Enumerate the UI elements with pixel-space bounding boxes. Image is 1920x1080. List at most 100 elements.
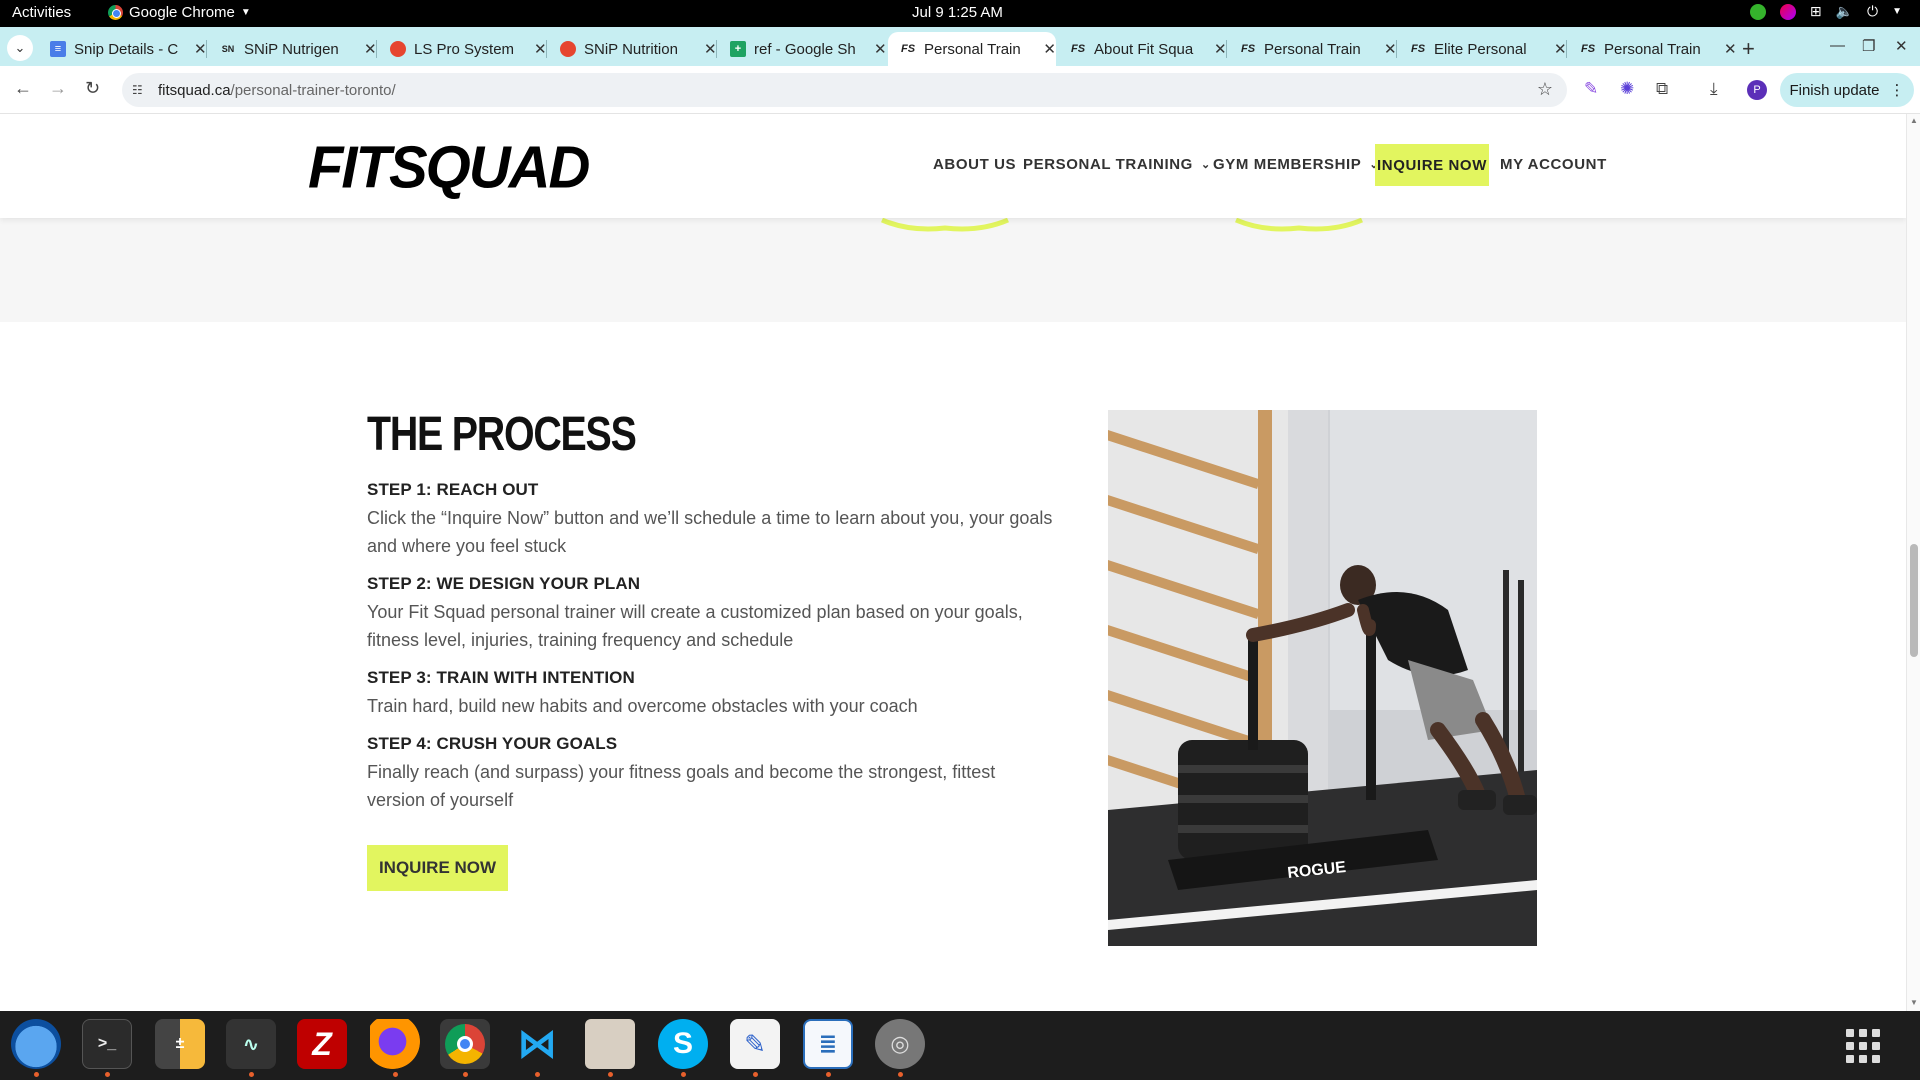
disk-icon[interactable]: ◎ [875, 1019, 925, 1069]
clock[interactable]: Jul 9 1:25 AM [912, 4, 1003, 21]
nav-about-us[interactable]: ABOUT US [933, 156, 1016, 173]
app-menu[interactable]: Google Chrome ▼ [108, 4, 251, 21]
system-monitor-icon[interactable]: ∿ [226, 1019, 276, 1069]
tab[interactable]: SN SNiP Nutrigen ✕ [208, 32, 377, 66]
back-icon[interactable]: ← [14, 78, 32, 99]
close-window-icon[interactable]: ✕ [1895, 37, 1908, 55]
nav-inquire-now-button[interactable]: INQUIRE NOW [1375, 144, 1489, 186]
close-icon[interactable]: ✕ [194, 40, 207, 58]
nav-label: INQUIRE NOW [1377, 156, 1487, 174]
tab-strip: ⌄ ≡ Snip Details - C ✕ SN SNiP Nutrigen … [0, 27, 1920, 66]
minimize-icon[interactable]: — [1830, 37, 1845, 54]
fs-icon: FS [1580, 43, 1596, 55]
tab-search-button[interactable]: ⌄ [7, 35, 33, 61]
scroll-down-icon[interactable]: ▼ [1910, 998, 1918, 1007]
reload-icon[interactable]: ↻ [85, 78, 100, 99]
more-vert-icon: ⋮ [1889, 82, 1905, 99]
fitsquad-logo[interactable]: FITSQUAD [308, 133, 590, 201]
nav-my-account[interactable]: MY ACCOUNT [1500, 156, 1607, 173]
terminal-icon[interactable]: >_ [82, 1019, 132, 1069]
decorative-swoosh [881, 218, 1009, 232]
decorative-swoosh [1235, 218, 1363, 232]
chevron-down-icon: ⌄ [1200, 159, 1211, 171]
site-info-icon[interactable]: ☷ [132, 83, 146, 97]
forward-icon[interactable]: → [49, 78, 67, 99]
gnome-top-bar: Activities Google Chrome ▼ Jul 9 1:25 AM… [0, 0, 1920, 27]
firefox-icon[interactable] [370, 1019, 420, 1069]
tab[interactable]: + ref - Google Sh ✕ [718, 32, 887, 66]
profile-avatar[interactable]: P [1747, 80, 1767, 100]
process-step: STEP 4: CRUSH YOUR GOALS Finally reach (… [367, 734, 1057, 814]
close-icon[interactable]: ✕ [1384, 40, 1397, 58]
system-tray[interactable]: ⊞ 🔈 ⏻ ▼ [1749, 3, 1902, 20]
close-icon[interactable]: ✕ [1724, 40, 1737, 58]
close-icon[interactable]: ✕ [364, 40, 377, 58]
new-tab-button[interactable]: + [1742, 36, 1755, 62]
close-icon[interactable]: ✕ [534, 40, 547, 58]
nav-label: MY ACCOUNT [1500, 156, 1607, 173]
snip-icon: SN [221, 44, 235, 54]
text-editor-icon[interactable]: ✎ [730, 1019, 780, 1069]
restore-icon[interactable]: ❐ [1862, 37, 1875, 55]
tab[interactable]: SNiP Nutrition ✕ [548, 32, 717, 66]
tab[interactable]: ≡ Snip Details - C ✕ [38, 32, 207, 66]
tab[interactable]: FS Personal Train ✕ [1228, 32, 1397, 66]
url-text[interactable]: fitsquad.ca/personal-trainer-toronto/ [158, 82, 396, 99]
tab-active[interactable]: FS Personal Train ✕ [888, 32, 1056, 66]
color-picker-icon [1779, 3, 1796, 20]
section-divider-band [0, 218, 1906, 322]
close-icon[interactable]: ✕ [704, 40, 717, 58]
chevron-down-icon: ⌄ [14, 40, 26, 55]
tab-label: Elite Personal [1434, 40, 1527, 58]
ls-icon [390, 41, 406, 57]
activities-button[interactable]: Activities [12, 4, 71, 21]
process-step: STEP 3: TRAIN WITH INTENTION Train hard,… [367, 668, 1057, 720]
fs-icon: FS [1240, 43, 1256, 55]
step-title: STEP 1: REACH OUT [367, 480, 539, 499]
libreoffice-writer-icon[interactable]: ≣ [803, 1019, 853, 1069]
url-domain: fitsquad.ca [158, 81, 231, 99]
filezilla-icon[interactable]: Z [297, 1019, 347, 1069]
tab[interactable]: LS Pro System ✕ [378, 32, 547, 66]
bookmark-star-icon[interactable]: ☆ [1537, 79, 1553, 100]
inquire-now-button[interactable]: INQUIRE NOW [367, 845, 508, 891]
page-scrollbar[interactable]: ▲ ▼ [1906, 114, 1920, 1011]
fs-icon: FS [1410, 43, 1426, 55]
nav-gym-membership[interactable]: GYM MEMBERSHIP⌄ [1213, 156, 1379, 173]
extensions-puzzle-icon[interactable]: ⧉ [1656, 79, 1668, 99]
tab-label: ref - Google Sh [754, 40, 856, 58]
tab-label: SNiP Nutrigen [244, 40, 339, 58]
close-icon[interactable]: ✕ [874, 40, 887, 58]
tab[interactable]: FS Personal Train ✕ [1568, 32, 1737, 66]
calculator-icon[interactable]: ± [155, 1019, 205, 1069]
nav-label: ABOUT US [933, 156, 1017, 173]
tab[interactable]: FS Elite Personal ✕ [1398, 32, 1567, 66]
nav-personal-training[interactable]: PERSONAL TRAINING ⌄ [1023, 156, 1211, 173]
finish-update-button[interactable]: Finish update ⋮ [1780, 73, 1914, 107]
finish-update-label: Finish update [1789, 81, 1880, 99]
extension-star-icon[interactable]: ✺ [1620, 79, 1634, 99]
fs-icon: FS [1070, 43, 1086, 55]
close-icon[interactable]: ✕ [1214, 40, 1227, 58]
close-icon[interactable]: ✕ [1554, 40, 1567, 58]
files-icon[interactable] [585, 1019, 635, 1069]
process-step: STEP 2: WE DESIGN YOUR PLAN Your Fit Squ… [367, 574, 1057, 654]
browser-toolbar: ← → ↻ ☷ fitsquad.ca/personal-trainer-tor… [0, 66, 1920, 114]
network-icon: ⊞ [1809, 3, 1822, 19]
tab[interactable]: FS About Fit Squa ✕ [1058, 32, 1227, 66]
scroll-up-icon[interactable]: ▲ [1910, 116, 1918, 125]
address-bar[interactable]: ☷ fitsquad.ca/personal-trainer-toronto/ … [122, 73, 1567, 107]
vscode-icon[interactable]: ⋈ [512, 1019, 562, 1069]
close-icon[interactable]: ✕ [1043, 40, 1056, 58]
show-apps-button[interactable] [1846, 1029, 1880, 1063]
step-title: STEP 4: CRUSH YOUR GOALS [367, 734, 618, 753]
tab-label: LS Pro System [414, 40, 515, 58]
download-icon[interactable]: ⤓ [1710, 79, 1718, 99]
pen-extension-icon[interactable]: ✎ [1584, 79, 1598, 99]
volume-icon: 🔈 [1835, 3, 1854, 19]
thunderbird-icon[interactable] [11, 1019, 61, 1069]
tab-label: Personal Train [1264, 40, 1361, 58]
skype-icon[interactable]: S [658, 1019, 708, 1069]
scroll-thumb[interactable] [1910, 544, 1918, 657]
chrome-icon[interactable] [440, 1019, 490, 1069]
